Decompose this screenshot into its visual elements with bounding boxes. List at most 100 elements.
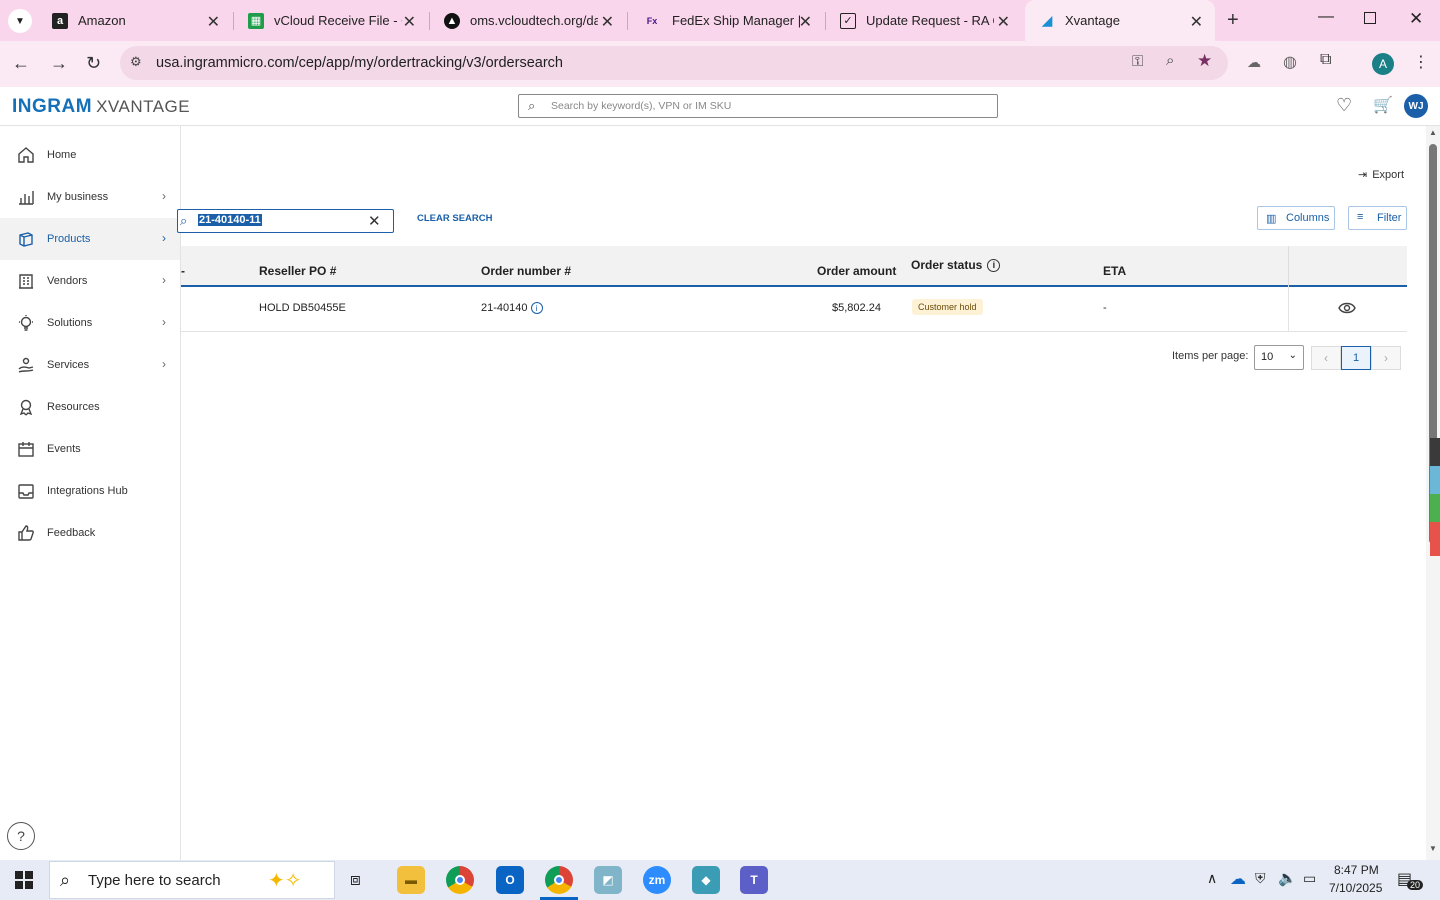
column-header-order-number[interactable]: Order number # [481, 264, 571, 278]
file-explorer-icon[interactable]: ▬ [397, 866, 425, 894]
items-per-page-select[interactable]: 10 ⌄ [1254, 345, 1304, 370]
product-search-input[interactable] [551, 100, 997, 112]
side-panel-color-tabs[interactable] [1430, 438, 1440, 556]
search-icon: ⌕ [180, 213, 188, 228]
onedrive-cloud-icon[interactable]: ☁ [1230, 869, 1246, 889]
extensions-puzzle-icon[interactable]: ⧉ [1320, 51, 1331, 69]
export-button[interactable]: ⇥ Export [1358, 168, 1404, 182]
sidebar-item-resources[interactable]: Resources [0, 386, 180, 428]
network-icon[interactable]: ▭ [1303, 870, 1316, 887]
ingram-xvantage-logo[interactable]: INGRAM XVANTAGE [12, 96, 190, 118]
tab-oms-vcloudtech[interactable]: ▲ oms.vcloudtech.org/da ✕ [430, 0, 626, 41]
password-key-icon[interactable]: ⚿ [1132, 53, 1143, 70]
browser-toolbar: ← → ↻ ⚙ usa.ingrammicro.com/cep/app/my/o… [0, 41, 1440, 87]
order-search-box[interactable]: ⌕ 21-40140-11 ✕ [177, 209, 394, 233]
sidebar-item-products[interactable]: Products › [0, 218, 180, 260]
windows-start-icon[interactable] [15, 871, 33, 894]
scroll-down-arrow-icon[interactable]: ▼ [1429, 844, 1437, 853]
page-1-button[interactable]: 1 [1341, 346, 1371, 370]
column-header-order-amount[interactable]: Order amount [817, 264, 896, 278]
order-search-main: ⇥ Export ⌕ 21-40140-11 ✕ CLEAR SEARCH ▥ … [177, 126, 1426, 860]
show-hidden-icons-chevron-icon[interactable]: ∧ [1207, 870, 1217, 887]
cart-icon[interactable]: 🛒 [1373, 95, 1393, 115]
home-icon [16, 145, 36, 165]
tab-vcloud-receive-file[interactable]: ▦ vCloud Receive File - Go ✕ [234, 0, 428, 41]
clock-date[interactable]: 7/10/2025 [1329, 881, 1382, 895]
columns-button[interactable]: ▥ Columns [1257, 206, 1335, 230]
calendar-icon [16, 439, 36, 459]
building-icon [16, 271, 36, 291]
xvantage-icon: ◢ [1041, 12, 1053, 28]
close-tab-icon[interactable]: ✕ [997, 12, 1010, 32]
profile-avatar[interactable]: A [1372, 53, 1394, 75]
tab-xvantage[interactable]: ◢ Xvantage ✕ [1025, 0, 1215, 41]
filter-button[interactable]: ≡ Filter [1348, 206, 1407, 230]
search-icon: ⌕ [60, 870, 71, 890]
help-icon[interactable]: ? [7, 822, 35, 850]
view-eye-icon[interactable] [1338, 301, 1356, 320]
teams-icon[interactable]: T [740, 866, 768, 894]
favorites-heart-icon[interactable]: ♡ [1336, 95, 1352, 116]
close-tab-icon[interactable]: ✕ [1190, 12, 1203, 32]
clear-input-icon[interactable]: ✕ [368, 212, 381, 230]
clock-time[interactable]: 8:47 PM [1334, 863, 1379, 877]
sidebar-item-integrations-hub[interactable]: Integrations Hub [0, 470, 180, 512]
zoom-icon[interactable]: ⌕ [1166, 52, 1174, 69]
clear-search-link[interactable]: CLEAR SEARCH [417, 213, 492, 224]
task-view-icon[interactable]: ⧈ [350, 870, 361, 890]
chevron-down-icon: ⌄ [1288, 350, 1297, 361]
outlook-icon[interactable]: O [496, 866, 524, 894]
taskbar-search-box[interactable]: ⌕ Type here to search ✦✧ [49, 861, 335, 899]
security-icon[interactable]: ⛨ [1255, 870, 1266, 887]
chrome-icon[interactable] [446, 866, 474, 894]
remote-app-icon[interactable]: ◆ [692, 866, 720, 894]
tab-amazon[interactable]: a Amazon ✕ [38, 0, 232, 41]
close-tab-icon[interactable]: ✕ [799, 12, 812, 32]
sidebar-item-feedback[interactable]: Feedback [0, 512, 180, 554]
next-page-button[interactable]: › [1371, 346, 1401, 370]
sidebar-item-home[interactable]: Home [0, 134, 180, 176]
sidebar-item-vendors[interactable]: Vendors › [0, 260, 180, 302]
close-tab-icon[interactable]: ✕ [403, 12, 416, 32]
zoom-app-icon[interactable]: zm [643, 866, 671, 894]
new-tab-icon[interactable]: + [1227, 9, 1239, 32]
prev-page-button[interactable]: ‹ [1311, 346, 1341, 370]
scroll-up-arrow-icon[interactable]: ▲ [1429, 128, 1437, 137]
sidebar-item-solutions[interactable]: Solutions › [0, 302, 180, 344]
order-search-value[interactable]: 21-40140-11 [198, 214, 262, 226]
forward-icon[interactable]: → [50, 53, 68, 74]
tab-update-request[interactable]: ✓ Update Request - RA Qu ✕ [826, 0, 1022, 41]
close-tab-icon[interactable]: ✕ [601, 12, 614, 32]
reseller-po-link[interactable]: HOLD DB50455E [259, 302, 346, 314]
sidebar-item-services[interactable]: Services › [0, 344, 180, 386]
chrome-profile-icon[interactable] [545, 866, 573, 894]
browser-menu-icon[interactable]: ⋮ [1413, 52, 1429, 72]
close-tab-icon[interactable]: ✕ [207, 12, 220, 32]
sidebar-item-events[interactable]: Events [0, 428, 180, 470]
copilot-sparkle-icon[interactable]: ✦✧ [268, 868, 302, 893]
address-bar[interactable]: ⚙ usa.ingrammicro.com/cep/app/my/ordertr… [120, 46, 1228, 80]
product-search-box[interactable]: ⌕ [518, 94, 998, 118]
column-header-reseller-po[interactable]: Reseller PO # [259, 264, 336, 278]
tab-list-dropdown-icon[interactable]: ▼ [8, 9, 32, 33]
info-icon[interactable]: i [987, 258, 1001, 272]
reload-icon[interactable]: ↻ [86, 53, 101, 74]
bookmark-star-icon[interactable]: ★ [1197, 51, 1212, 71]
user-avatar[interactable]: WJ [1404, 94, 1428, 118]
site-info-icon[interactable]: ⚙ [130, 54, 142, 70]
volume-icon[interactable]: 🔈 [1278, 869, 1297, 887]
restore-window-icon[interactable] [1364, 12, 1376, 24]
info-icon[interactable]: i [530, 302, 543, 314]
column-header-order-status[interactable]: Order status i [911, 258, 1001, 272]
tab-fedex-ship-manager[interactable]: Fx FedEx Ship Manager | C ✕ [628, 0, 824, 41]
minimize-window-icon[interactable]: — [1318, 8, 1334, 26]
close-window-icon[interactable]: ✕ [1409, 9, 1423, 29]
notes-app-icon[interactable]: ◩ [594, 866, 622, 894]
extension-globe-icon[interactable]: ◍ [1283, 52, 1297, 72]
column-header-eta[interactable]: ETA [1103, 264, 1126, 278]
sidebar-item-my-business[interactable]: My business › [0, 176, 180, 218]
award-icon [16, 397, 36, 417]
back-icon[interactable]: ← [12, 53, 30, 74]
extension-cloud-icon[interactable]: ☁ [1247, 54, 1261, 71]
chevron-right-icon: › [162, 357, 166, 371]
